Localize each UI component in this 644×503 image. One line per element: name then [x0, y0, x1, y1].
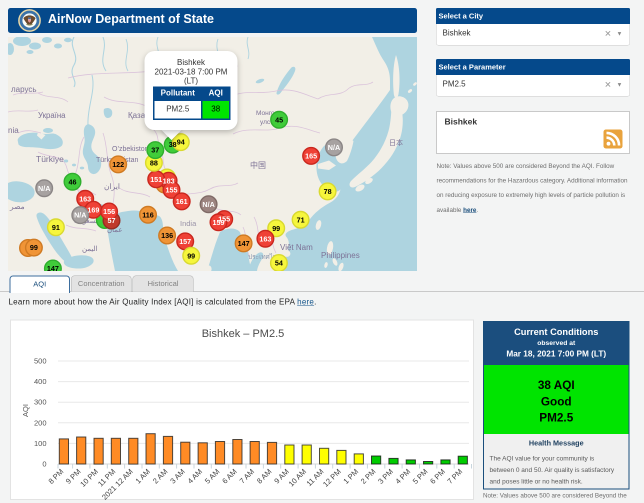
svg-text:71: 71 — [297, 215, 305, 224]
svg-text:10 PM: 10 PM — [78, 467, 100, 489]
svg-text:136: 136 — [161, 231, 173, 240]
svg-text:155: 155 — [166, 186, 178, 195]
svg-text:147: 147 — [47, 264, 59, 271]
svg-text:India: India — [180, 219, 197, 228]
svg-text:78: 78 — [324, 187, 332, 196]
svg-text:46: 46 — [69, 177, 77, 186]
svg-text:12 PM: 12 PM — [321, 467, 343, 489]
svg-text:147: 147 — [238, 239, 250, 248]
svg-text:улс: улс — [260, 119, 271, 126]
svg-text:157: 157 — [179, 237, 191, 246]
svg-text:45: 45 — [275, 115, 283, 124]
svg-text:99: 99 — [272, 224, 280, 233]
svg-text:300: 300 — [34, 398, 47, 407]
svg-text:99: 99 — [30, 243, 38, 252]
svg-text:8 AM: 8 AM — [255, 467, 273, 485]
svg-text:2 AM: 2 AM — [151, 467, 169, 485]
svg-text:Україна: Україна — [38, 111, 66, 120]
svg-text:100: 100 — [34, 439, 47, 448]
svg-text:日本: 日本 — [389, 138, 403, 147]
svg-text:اليمن: اليمن — [82, 245, 98, 253]
svg-text:Türkiye: Türkiye — [36, 154, 64, 164]
svg-text:2 PM: 2 PM — [359, 467, 378, 486]
svg-text:200: 200 — [34, 418, 47, 427]
svg-text:165: 165 — [305, 152, 317, 161]
svg-text:nia: nia — [8, 126, 19, 135]
svg-text:Bishkek – PM2.5: Bishkek – PM2.5 — [202, 328, 285, 340]
svg-text:37: 37 — [151, 146, 159, 155]
svg-text:183: 183 — [163, 176, 175, 185]
svg-text:1 PM: 1 PM — [341, 467, 360, 486]
svg-text:ларусь: ларусь — [11, 85, 37, 94]
svg-text:7 PM: 7 PM — [445, 467, 464, 486]
svg-text:3 AM: 3 AM — [168, 467, 186, 485]
svg-text:10 AM: 10 AM — [287, 467, 308, 488]
svg-text:57: 57 — [108, 216, 116, 225]
svg-text:4 PM: 4 PM — [393, 467, 412, 486]
svg-text:AQI: AQI — [21, 404, 30, 417]
svg-text:99: 99 — [187, 251, 195, 260]
svg-text:163: 163 — [79, 194, 91, 203]
svg-text:مصر: مصر — [9, 202, 25, 211]
svg-text:38: 38 — [169, 140, 177, 149]
svg-text:N/A: N/A — [328, 143, 340, 152]
svg-text:151: 151 — [150, 175, 162, 184]
svg-text:中国: 中国 — [250, 160, 266, 170]
svg-text:400: 400 — [34, 377, 47, 386]
svg-text:54: 54 — [275, 259, 283, 268]
svg-text:N/A: N/A — [74, 211, 86, 220]
svg-text:94: 94 — [177, 138, 185, 147]
svg-text:163: 163 — [259, 234, 271, 243]
svg-text:O’zbekiston: O’zbekiston — [112, 146, 149, 153]
svg-text:169: 169 — [87, 205, 99, 214]
svg-text:4 AM: 4 AM — [186, 467, 204, 485]
svg-text:5 AM: 5 AM — [203, 467, 221, 485]
svg-text:0: 0 — [42, 460, 46, 469]
svg-text:7 AM: 7 AM — [238, 467, 256, 485]
svg-text:8 PM: 8 PM — [47, 467, 66, 486]
svg-text:161: 161 — [176, 197, 188, 206]
svg-text:91: 91 — [52, 223, 60, 232]
svg-text:88: 88 — [150, 158, 158, 167]
svg-text:ایران: ایران — [104, 182, 120, 191]
svg-text:500: 500 — [34, 357, 47, 366]
svg-text:116: 116 — [142, 210, 154, 219]
svg-text:6 PM: 6 PM — [428, 467, 447, 486]
svg-text:Việt Nam: Việt Nam — [280, 243, 313, 252]
svg-text:159: 159 — [213, 218, 225, 227]
svg-text:N/A: N/A — [202, 200, 214, 209]
svg-text:6 AM: 6 AM — [220, 467, 238, 485]
svg-text:5 PM: 5 PM — [411, 467, 430, 486]
svg-text:N/A: N/A — [38, 184, 50, 193]
svg-text:122: 122 — [112, 160, 124, 169]
svg-text:156: 156 — [103, 207, 115, 216]
svg-text:1 AM: 1 AM — [134, 467, 152, 485]
svg-text:3 PM: 3 PM — [376, 467, 395, 486]
svg-text:Philippines: Philippines — [321, 251, 360, 260]
